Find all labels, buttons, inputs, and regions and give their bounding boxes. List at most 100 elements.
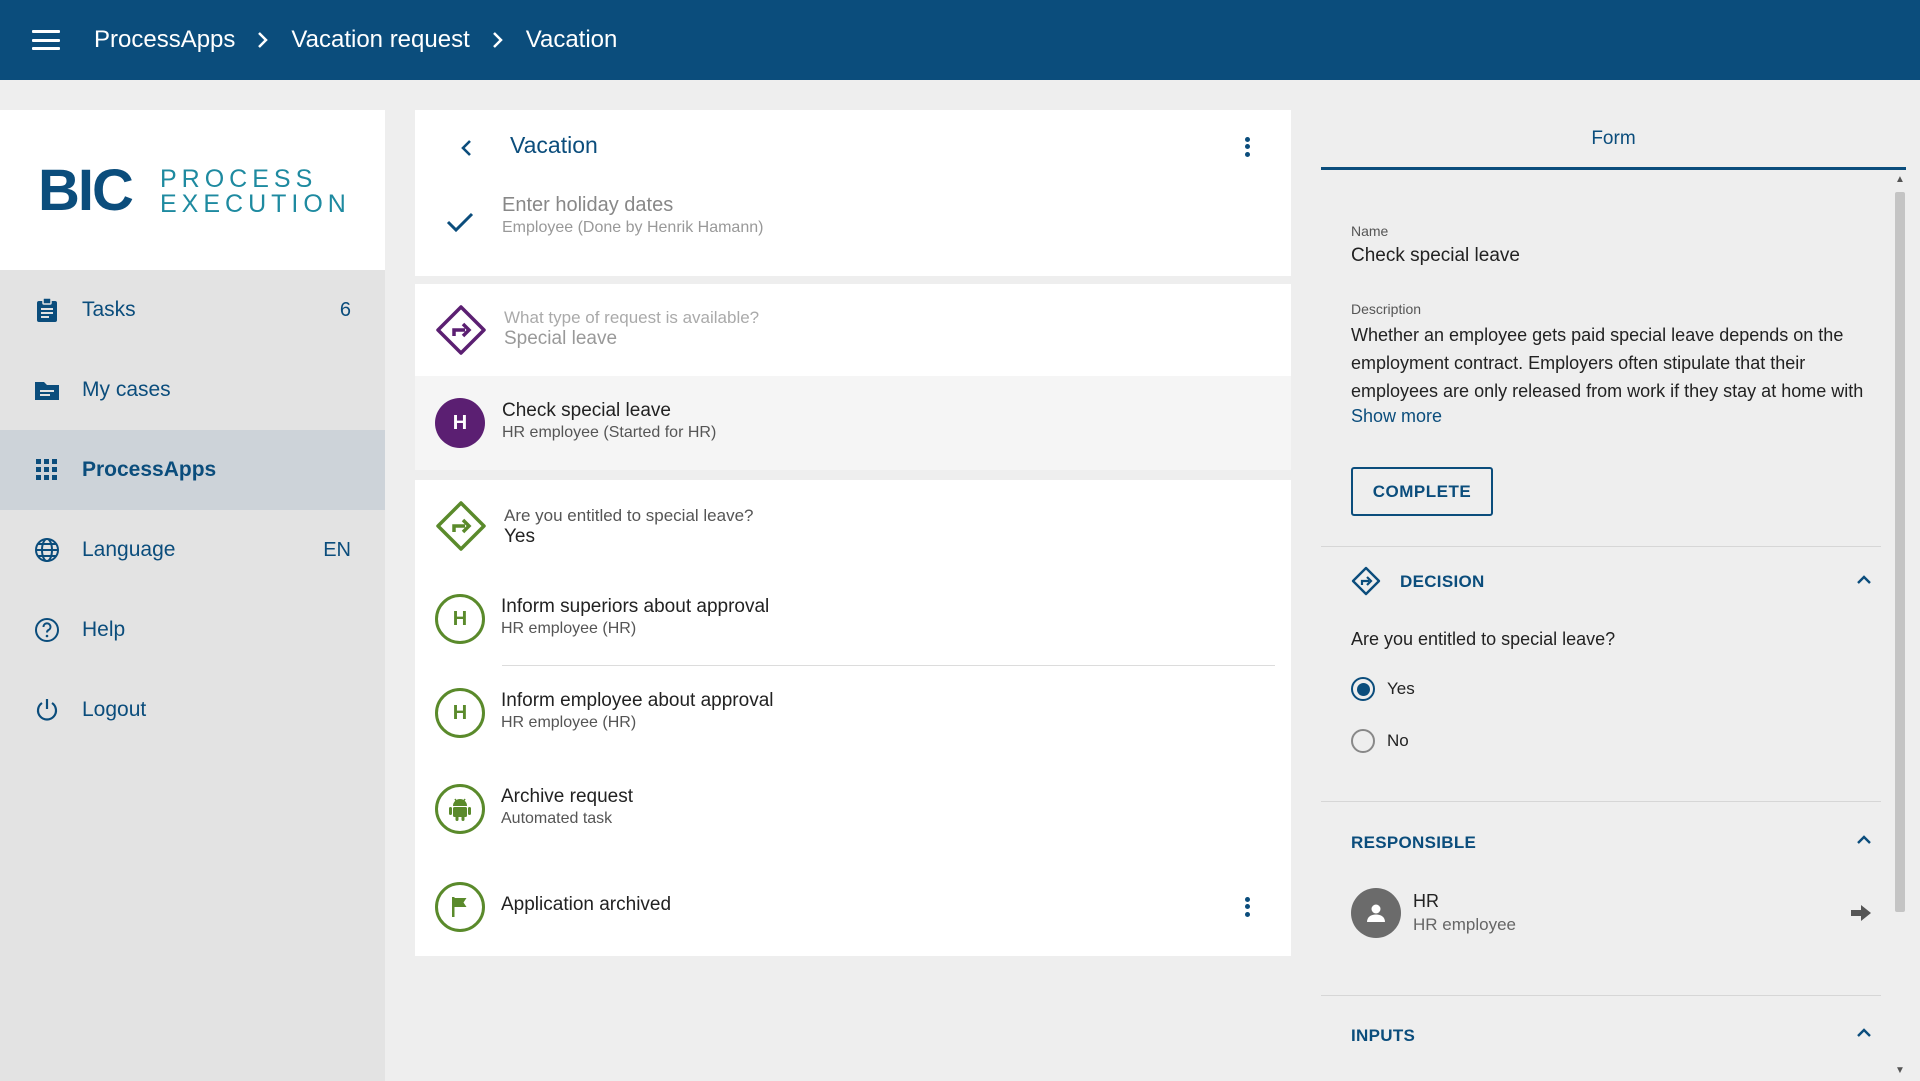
step-title: Enter holiday dates bbox=[502, 194, 674, 216]
chevron-right-icon bbox=[255, 32, 271, 48]
logo-execution-text: EXECUTION bbox=[160, 190, 348, 218]
radio-no-label: No bbox=[1387, 731, 1409, 750]
complete-button[interactable]: COMPLETE bbox=[1351, 467, 1493, 516]
section-divider bbox=[1321, 546, 1881, 547]
chevron-up-icon[interactable] bbox=[1855, 833, 1873, 845]
step-title: Inform superiors about approval bbox=[501, 596, 770, 617]
decision-diamond-icon bbox=[1351, 566, 1381, 601]
responsible-name: HR bbox=[1413, 891, 1439, 911]
sidebar-item-label: Help bbox=[82, 618, 126, 641]
radio-yes-label: Yes bbox=[1387, 679, 1415, 698]
forward-arrow-icon[interactable] bbox=[1849, 903, 1873, 928]
step-archive-request[interactable]: Archive request Automated task bbox=[415, 760, 1291, 856]
step-answer: Special leave bbox=[504, 328, 618, 349]
current-step-card: What type of request is available? Speci… bbox=[415, 284, 1291, 470]
scrollbar-thumb[interactable] bbox=[1895, 192, 1905, 912]
chevron-right-icon bbox=[490, 32, 506, 48]
sidebar-item-label: Logout bbox=[82, 698, 147, 721]
sidebar-item-label: ProcessApps bbox=[82, 458, 217, 481]
step-inform-superiors[interactable]: H Inform superiors about approval HR emp… bbox=[415, 572, 1291, 665]
sidebar-item-processapps[interactable]: ProcessApps bbox=[0, 430, 385, 510]
sidebar-item-logout[interactable]: Logout bbox=[0, 670, 385, 750]
sidebar-item-help[interactable]: Help bbox=[0, 590, 385, 670]
form-scrollbar[interactable]: ▲ ▼ bbox=[1893, 172, 1906, 1081]
back-arrow-icon[interactable] bbox=[455, 136, 479, 160]
checkmark-icon bbox=[445, 210, 475, 239]
decision-diamond-icon bbox=[435, 304, 487, 361]
power-icon bbox=[34, 697, 60, 723]
help-icon bbox=[34, 617, 60, 643]
step-title: Application archived bbox=[501, 894, 672, 915]
step-title: Check special leave bbox=[502, 400, 671, 421]
tab-form[interactable]: Form bbox=[1321, 110, 1906, 170]
person-icon bbox=[1367, 904, 1385, 922]
avatar bbox=[1351, 888, 1401, 938]
upcoming-steps-card: Are you entitled to special leave? Yes H… bbox=[415, 480, 1291, 956]
sidebar-item-label: Language bbox=[82, 538, 176, 561]
sidebar-item-tasks[interactable]: Tasks 6 bbox=[0, 270, 385, 350]
robot-icon bbox=[435, 784, 485, 834]
step-request-type-decision[interactable]: What type of request is available? Speci… bbox=[415, 284, 1291, 376]
step-subtitle: HR employee (HR) bbox=[501, 714, 637, 731]
process-header-card: Vacation Enter holiday dates Employee (D… bbox=[415, 110, 1291, 276]
chevron-up-icon[interactable] bbox=[1855, 573, 1873, 585]
top-app-bar: ProcessApps Vacation request Vacation bbox=[0, 0, 1920, 80]
show-more-link[interactable]: Show more bbox=[1351, 406, 1442, 427]
step-subtitle: Automated task bbox=[501, 810, 613, 827]
section-divider bbox=[1321, 995, 1881, 996]
step-enter-holiday-dates[interactable]: Enter holiday dates Employee (Done by He… bbox=[415, 190, 1291, 256]
description-line: employees are only released from work if… bbox=[1351, 381, 1864, 401]
step-application-archived[interactable]: Application archived bbox=[415, 856, 1291, 956]
breadcrumb-processapps[interactable]: ProcessApps bbox=[94, 26, 235, 54]
form-panel: Form ▲ ▼ Name Check special leave Descri… bbox=[1321, 110, 1906, 1081]
breadcrumb: ProcessApps Vacation request Vacation bbox=[94, 26, 617, 54]
sidebar-item-my-cases[interactable]: My cases bbox=[0, 350, 385, 430]
description-text: Whether an employee gets paid special le… bbox=[1351, 321, 1891, 405]
avatar-initial-h: H bbox=[435, 594, 485, 644]
logo-process-text: PROCESS bbox=[160, 165, 317, 193]
inputs-section-title: INPUTS bbox=[1351, 1026, 1416, 1045]
decision-section-title: DECISION bbox=[1400, 572, 1485, 591]
avatar-initial-h: H bbox=[435, 688, 485, 738]
decision-question: Are you entitled to special leave? bbox=[1351, 629, 1616, 649]
process-title: Vacation bbox=[510, 132, 598, 158]
sidebar-item-label: Tasks bbox=[82, 298, 136, 321]
language-code-badge: EN bbox=[323, 538, 351, 561]
responsible-role: HR employee bbox=[1413, 915, 1516, 934]
scroll-down-icon[interactable]: ▼ bbox=[1894, 1065, 1906, 1077]
scroll-up-icon[interactable]: ▲ bbox=[1894, 174, 1906, 186]
step-inform-employee[interactable]: H Inform employee about approval HR empl… bbox=[415, 666, 1291, 760]
decision-diamond-icon bbox=[435, 500, 487, 557]
clipboard-icon bbox=[34, 297, 60, 323]
step-entitled-decision[interactable]: Are you entitled to special leave? Yes bbox=[415, 480, 1291, 572]
step-answer: Yes bbox=[504, 526, 535, 547]
sidebar-item-label: My cases bbox=[82, 378, 171, 401]
radio-no[interactable] bbox=[1351, 729, 1375, 753]
step-question: Are you entitled to special leave? bbox=[504, 506, 754, 525]
globe-icon bbox=[34, 537, 60, 563]
name-label: Name bbox=[1351, 223, 1389, 239]
radio-yes[interactable] bbox=[1351, 677, 1375, 701]
flag-icon bbox=[435, 882, 485, 932]
sidebar-item-language[interactable]: Language EN bbox=[0, 510, 385, 590]
more-vert-icon[interactable] bbox=[1235, 892, 1259, 922]
menu-icon[interactable] bbox=[32, 30, 60, 50]
apps-grid-icon bbox=[34, 457, 60, 483]
logo: BIC PROCESS EXECUTION bbox=[0, 110, 385, 270]
more-vert-icon[interactable] bbox=[1235, 132, 1259, 162]
responsible-section-title: RESPONSIBLE bbox=[1351, 833, 1477, 852]
breadcrumb-vacation-request[interactable]: Vacation request bbox=[291, 26, 469, 54]
step-check-special-leave[interactable]: H Check special leave HR employee (Start… bbox=[415, 376, 1291, 470]
step-title: Archive request bbox=[501, 786, 634, 807]
avatar-initial-h: H bbox=[435, 398, 485, 448]
step-subtitle: HR employee (Started for HR) bbox=[502, 424, 717, 441]
step-subtitle: HR employee (HR) bbox=[501, 620, 637, 637]
logo-bic-text: BIC bbox=[38, 160, 133, 220]
step-subtitle: Employee (Done by Henrik Hamann) bbox=[502, 219, 764, 236]
section-divider bbox=[1321, 801, 1881, 802]
sidebar: BIC PROCESS EXECUTION Tasks 6 My cases P… bbox=[0, 110, 385, 1081]
chevron-up-icon[interactable] bbox=[1855, 1026, 1873, 1038]
description-line: Whether an employee gets paid special le… bbox=[1351, 325, 1844, 345]
step-question: What type of request is available? bbox=[504, 308, 760, 327]
description-line: employment contract. Employers often sti… bbox=[1351, 353, 1806, 373]
